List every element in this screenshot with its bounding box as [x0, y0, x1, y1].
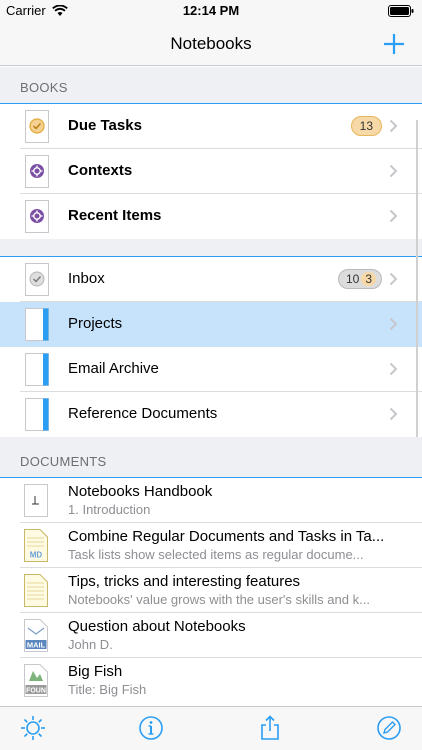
- document-row-handbook[interactable]: Notebooks Handbook 1. Introduction: [0, 478, 422, 523]
- md-icon: MD: [24, 529, 48, 562]
- lined-doc-icon: [24, 574, 48, 607]
- bottom-toolbar: [0, 706, 422, 750]
- gear-icon: [25, 155, 49, 188]
- book-row-reference-documents[interactable]: Reference Documents: [0, 392, 422, 437]
- due-tasks-icon: [25, 110, 49, 143]
- document-subtitle: Task lists show selected items as regula…: [68, 547, 364, 562]
- chevron-right-icon: [389, 407, 398, 421]
- book-row-contexts[interactable]: Contexts: [0, 149, 422, 194]
- notebook-icon: [25, 398, 49, 431]
- row-label: Reference Documents: [68, 405, 218, 422]
- chevron-right-icon: [389, 362, 398, 376]
- document-row-combine[interactable]: MD Combine Regular Documents and Tasks i…: [0, 523, 422, 568]
- book-row-projects[interactable]: Projects: [0, 302, 422, 347]
- count-badge: 13: [350, 116, 382, 136]
- add-icon[interactable]: [380, 30, 408, 58]
- status-bar: Carrier 12:14 PM: [0, 0, 422, 22]
- icon-badge: MD: [30, 551, 43, 560]
- books-section-header: BOOKS: [0, 67, 422, 103]
- chevron-right-icon: [389, 119, 398, 133]
- row-label: Contexts: [68, 162, 133, 179]
- info-icon[interactable]: [138, 715, 164, 741]
- gear-icon: [25, 200, 49, 233]
- chevron-right-icon: [389, 164, 398, 178]
- compose-icon[interactable]: [376, 715, 402, 741]
- notebooks-section-header: [0, 239, 422, 257]
- document-row-big-fish[interactable]: FOUN Big Fish Title: Big Fish: [0, 658, 422, 703]
- settings-sun-icon[interactable]: [20, 715, 46, 741]
- document-title: Big Fish: [68, 663, 123, 680]
- notebook-icon: [25, 353, 49, 386]
- document-subtitle: Title: Big Fish: [68, 682, 147, 697]
- foun-icon: FOUN: [24, 664, 48, 697]
- chevron-right-icon: [389, 317, 398, 331]
- document-title: Tips, tricks and interesting features: [68, 573, 301, 590]
- document-subtitle: 1. Introduction: [68, 502, 151, 517]
- row-label: Recent Items: [68, 207, 162, 224]
- documents-section-header: DOCUMENTS: [0, 437, 422, 477]
- document-row-question[interactable]: MAIL Question about Notebooks John D.: [0, 613, 422, 658]
- book-row-email-archive[interactable]: Email Archive: [0, 347, 422, 392]
- document-title: Notebooks Handbook: [68, 483, 213, 500]
- count-badge: 10 3: [337, 269, 382, 289]
- chevron-right-icon: [389, 209, 398, 223]
- status-time: 12:14 PM: [182, 3, 240, 18]
- section-title: DOCUMENTS: [20, 454, 107, 469]
- row-label: Due Tasks: [68, 117, 142, 134]
- mail-icon: MAIL: [24, 619, 48, 652]
- book-row-recent-items[interactable]: Recent Items: [0, 194, 422, 239]
- row-label: Inbox: [68, 270, 105, 287]
- row-label: Email Archive: [68, 360, 159, 377]
- book-row-due-tasks[interactable]: Due Tasks 13: [0, 104, 422, 149]
- total-count: 10: [345, 272, 360, 286]
- document-subtitle: John D.: [68, 637, 113, 652]
- document-row-tips[interactable]: Tips, tricks and interesting features No…: [0, 568, 422, 613]
- document-title: Question about Notebooks: [68, 618, 246, 635]
- battery-icon: [388, 5, 414, 17]
- book-row-inbox[interactable]: Inbox 10 3: [0, 257, 422, 302]
- document-subtitle: Notebooks' value grows with the user's s…: [68, 592, 370, 607]
- icon-badge: FOUN: [26, 688, 46, 695]
- page-title: Notebooks: [170, 34, 252, 53]
- section-title: BOOKS: [20, 80, 68, 95]
- notebook-icon: [25, 308, 49, 341]
- chevron-right-icon: [389, 272, 398, 286]
- navigation-bar: Notebooks: [0, 22, 422, 66]
- scroll-indicator[interactable]: [416, 120, 418, 438]
- due-count: 3: [361, 272, 376, 286]
- handbook-icon: [24, 484, 48, 517]
- icon-badge: MAIL: [27, 641, 46, 650]
- row-label: Projects: [68, 315, 123, 332]
- document-title: Combine Regular Documents and Tasks in T…: [68, 528, 385, 545]
- share-icon[interactable]: [257, 715, 283, 741]
- inbox-icon: [25, 263, 49, 296]
